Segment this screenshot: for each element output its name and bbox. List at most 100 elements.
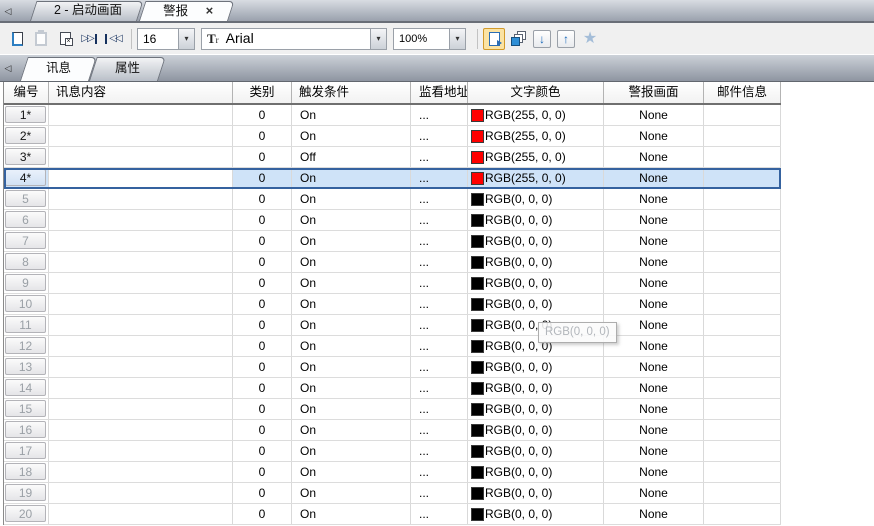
close-tab-icon[interactable]: × <box>206 3 214 18</box>
cell-watch-address[interactable]: ... <box>411 399 468 419</box>
cell-message-content[interactable] <box>49 105 233 125</box>
paste-button[interactable] <box>30 28 52 50</box>
row-number-button[interactable]: 14 <box>5 379 46 396</box>
row-number-button[interactable]: 20 <box>5 505 46 522</box>
cell-email-info[interactable] <box>704 357 781 377</box>
cell-watch-address[interactable]: ... <box>411 105 468 125</box>
cell-email-info[interactable] <box>704 315 781 335</box>
cell-watch-address[interactable]: ... <box>411 483 468 503</box>
export-screen-button[interactable] <box>483 28 505 50</box>
cell-category[interactable]: 0 <box>233 231 292 251</box>
cell-watch-address[interactable]: ... <box>411 504 468 524</box>
row-number-button[interactable]: 1* <box>5 106 46 123</box>
cell-alarm-screen[interactable]: None <box>604 210 704 230</box>
cell-watch-address[interactable]: ... <box>411 336 468 356</box>
cell-email-info[interactable] <box>704 273 781 293</box>
cell-category[interactable]: 0 <box>233 168 292 188</box>
cell-message-content[interactable] <box>49 420 233 440</box>
cell-message-content[interactable] <box>49 357 233 377</box>
layers-button[interactable] <box>507 28 529 50</box>
cell-text-color[interactable]: RGB(255, 0, 0) <box>468 147 604 167</box>
cell-message-content[interactable] <box>49 189 233 209</box>
cell-text-color[interactable]: RGB(0, 0, 0) <box>468 504 604 524</box>
cell-message-content[interactable] <box>49 336 233 356</box>
tab-scroll-left-icon[interactable]: ◁ <box>0 59 16 77</box>
cell-email-info[interactable] <box>704 336 781 356</box>
row-number-button[interactable]: 12 <box>5 337 46 354</box>
cell-email-info[interactable] <box>704 483 781 503</box>
cell-text-color[interactable]: RGB(255, 0, 0) <box>468 168 604 188</box>
cell-category[interactable]: 0 <box>233 483 292 503</box>
cell-trigger[interactable]: On <box>292 168 411 188</box>
tab-alarm[interactable]: 警报 × <box>139 1 228 21</box>
cell-message-content[interactable] <box>49 504 233 524</box>
cell-watch-address[interactable]: ... <box>411 189 468 209</box>
cell-message-content[interactable] <box>49 378 233 398</box>
cell-alarm-screen[interactable]: None <box>604 168 704 188</box>
cell-text-color[interactable]: RGB(0, 0, 0) <box>468 189 604 209</box>
cell-text-color[interactable]: RGB(0, 0, 0) <box>468 378 604 398</box>
cell-message-content[interactable] <box>49 273 233 293</box>
cell-alarm-screen[interactable]: None <box>604 147 704 167</box>
cell-message-content[interactable] <box>49 462 233 482</box>
cell-category[interactable]: 0 <box>233 147 292 167</box>
cell-alarm-screen[interactable]: None <box>604 441 704 461</box>
cell-category[interactable]: 0 <box>233 126 292 146</box>
row-number-button[interactable]: 6 <box>5 211 46 228</box>
cell-category[interactable]: 0 <box>233 189 292 209</box>
cell-trigger[interactable]: On <box>292 252 411 272</box>
chevron-down-icon[interactable]: ▾ <box>449 29 465 49</box>
go-last-button[interactable]: ▷▷ <box>78 28 100 50</box>
cell-watch-address[interactable]: ... <box>411 231 468 251</box>
row-number-button[interactable]: 3* <box>5 148 46 165</box>
cell-email-info[interactable] <box>704 126 781 146</box>
cell-watch-address[interactable]: ... <box>411 315 468 335</box>
cell-email-info[interactable] <box>704 252 781 272</box>
row-number-button[interactable]: 2* <box>5 127 46 144</box>
cell-message-content[interactable] <box>49 441 233 461</box>
cell-category[interactable]: 0 <box>233 210 292 230</box>
cell-category[interactable]: 0 <box>233 357 292 377</box>
cell-alarm-screen[interactable]: None <box>604 105 704 125</box>
cell-text-color[interactable]: RGB(0, 0, 0) <box>468 357 604 377</box>
cell-text-color[interactable]: RGB(0, 0, 0) <box>468 399 604 419</box>
cell-message-content[interactable] <box>49 315 233 335</box>
cell-alarm-screen[interactable]: None <box>604 336 704 356</box>
cell-trigger[interactable]: On <box>292 504 411 524</box>
cell-message-content[interactable] <box>49 231 233 251</box>
row-number-button[interactable]: 9 <box>5 274 46 291</box>
cell-email-info[interactable] <box>704 294 781 314</box>
cell-trigger[interactable]: Off <box>292 147 411 167</box>
cell-email-info[interactable] <box>704 147 781 167</box>
cell-message-content[interactable] <box>49 210 233 230</box>
cell-trigger[interactable]: On <box>292 420 411 440</box>
cell-watch-address[interactable]: ... <box>411 357 468 377</box>
row-number-button[interactable]: 7 <box>5 232 46 249</box>
row-number-button[interactable]: 5 <box>5 190 46 207</box>
cell-text-color[interactable]: RGB(0, 0, 0) <box>468 231 604 251</box>
delete-button[interactable]: × <box>54 28 76 50</box>
cell-alarm-screen[interactable]: None <box>604 483 704 503</box>
cell-category[interactable]: 0 <box>233 504 292 524</box>
cell-text-color[interactable]: RGB(0, 0, 0) <box>468 252 604 272</box>
cell-watch-address[interactable]: ... <box>411 420 468 440</box>
cell-alarm-screen[interactable]: None <box>604 252 704 272</box>
cell-trigger[interactable]: On <box>292 399 411 419</box>
cell-alarm-screen[interactable]: None <box>604 420 704 440</box>
cell-alarm-screen[interactable]: None <box>604 231 704 251</box>
cell-category[interactable]: 0 <box>233 420 292 440</box>
cell-category[interactable]: 0 <box>233 294 292 314</box>
tab-message[interactable]: 讯息 <box>20 57 89 81</box>
cell-email-info[interactable] <box>704 210 781 230</box>
cell-trigger[interactable]: On <box>292 294 411 314</box>
cell-text-color[interactable]: RGB(255, 0, 0) <box>468 105 604 125</box>
cell-message-content[interactable] <box>49 126 233 146</box>
cell-alarm-screen[interactable]: None <box>604 126 704 146</box>
row-number-button[interactable]: 16 <box>5 421 46 438</box>
favorites-button[interactable]: ★ <box>579 28 601 50</box>
font-family-combobox[interactable]: Tr Arial ▾ <box>201 28 387 50</box>
zoom-combobox[interactable]: 100% ▾ <box>393 28 466 50</box>
cell-trigger[interactable]: On <box>292 462 411 482</box>
font-size-combobox[interactable]: 16 ▾ <box>137 28 195 50</box>
cell-message-content[interactable] <box>49 483 233 503</box>
